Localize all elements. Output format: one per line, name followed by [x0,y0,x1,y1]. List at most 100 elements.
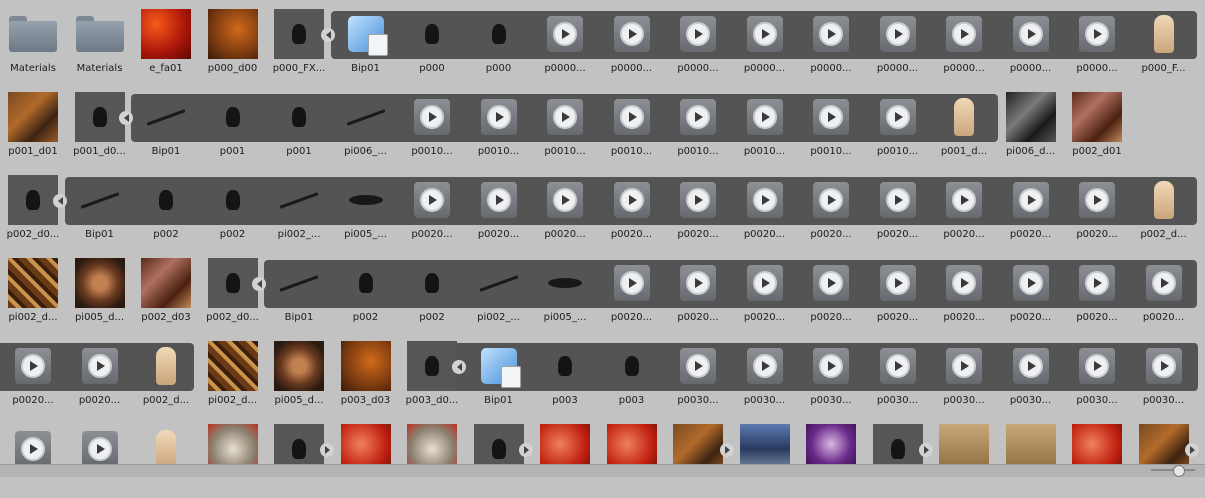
asset-item[interactable]: p000_FX... [266,0,332,80]
asset-item[interactable] [732,415,798,495]
collapse-arrow-icon[interactable] [321,28,335,42]
asset-item[interactable]: Bip01 [333,0,399,80]
asset-item[interactable]: p0020... [998,249,1064,329]
asset-item[interactable]: p0030... [732,332,798,412]
asset-item[interactable]: p002_d... [133,332,199,412]
asset-item[interactable]: p0030... [865,332,931,412]
asset-item[interactable]: p0010... [732,83,798,163]
asset-item[interactable]: p0010... [532,83,598,163]
expand-arrow-icon[interactable] [720,443,734,457]
asset-item[interactable]: p000_F... [1131,0,1197,80]
asset-item[interactable]: Materials [0,0,66,80]
asset-item[interactable]: p0020... [865,249,931,329]
asset-item[interactable]: p0020... [1064,249,1130,329]
asset-item[interactable]: p000_d00 [200,0,266,80]
collapse-arrow-icon[interactable] [53,194,67,208]
asset-item[interactable]: p0030... [1131,332,1197,412]
asset-item[interactable]: p000 [399,0,465,80]
asset-item[interactable]: p0000... [665,0,731,80]
asset-item[interactable]: pi005_d... [67,249,133,329]
asset-item[interactable]: pi002_... [266,166,332,246]
asset-item[interactable]: e_fa01 [133,0,199,80]
asset-item[interactable]: p0020... [931,166,997,246]
asset-item[interactable]: Bip01 [67,166,133,246]
asset-item[interactable] [333,415,399,495]
asset-item[interactable] [0,415,66,495]
slider-knob[interactable] [1173,465,1185,477]
asset-item[interactable] [67,415,133,495]
asset-item[interactable]: p0000... [998,0,1064,80]
asset-item[interactable]: p002 [200,166,266,246]
asset-item[interactable] [998,415,1064,495]
asset-item[interactable]: p0000... [532,0,598,80]
asset-item[interactable]: p0010... [599,83,665,163]
thumbnail-size-slider[interactable] [1151,465,1195,477]
asset-item[interactable]: pi006_... [333,83,399,163]
asset-item[interactable]: p002 [133,166,199,246]
asset-item[interactable]: p0020... [67,332,133,412]
asset-item[interactable]: p0000... [865,0,931,80]
asset-item[interactable]: p002 [333,249,399,329]
asset-item[interactable] [931,415,997,495]
asset-item[interactable]: p0020... [998,166,1064,246]
asset-item[interactable] [399,415,465,495]
asset-item[interactable]: p0010... [665,83,731,163]
asset-item[interactable]: p002_d01 [1064,83,1130,163]
asset-item[interactable]: p002 [399,249,465,329]
asset-item[interactable] [532,415,598,495]
asset-item[interactable]: p0020... [665,249,731,329]
asset-item[interactable]: p0020... [665,166,731,246]
asset-item[interactable]: p002_d... [1131,166,1197,246]
asset-item[interactable]: p0000... [599,0,665,80]
asset-item[interactable]: p0030... [798,332,864,412]
asset-item[interactable] [1064,415,1130,495]
asset-item[interactable]: p000 [466,0,532,80]
asset-item[interactable]: p0020... [732,166,798,246]
asset-item[interactable]: p0020... [732,249,798,329]
asset-item[interactable]: pi002_d... [200,332,266,412]
asset-item[interactable]: p0000... [798,0,864,80]
asset-item[interactable]: pi006_d... [998,83,1064,163]
asset-item[interactable]: p001 [266,83,332,163]
expand-arrow-icon[interactable] [1185,443,1199,457]
asset-item[interactable]: p003_d03 [333,332,399,412]
collapse-arrow-icon[interactable] [119,111,133,125]
asset-item[interactable]: p0020... [1064,166,1130,246]
asset-item[interactable] [798,415,864,495]
asset-item[interactable]: pi005_... [532,249,598,329]
asset-item[interactable]: p001_d... [931,83,997,163]
asset-item[interactable]: p003 [599,332,665,412]
asset-item[interactable]: p001 [200,83,266,163]
asset-item[interactable] [599,415,665,495]
asset-item[interactable]: pi005_d... [266,332,332,412]
asset-item[interactable]: p002_d03 [133,249,199,329]
asset-item[interactable]: p0010... [865,83,931,163]
asset-item[interactable]: p0030... [665,332,731,412]
asset-item[interactable]: p0020... [532,166,598,246]
asset-item[interactable]: p0010... [399,83,465,163]
asset-item[interactable]: Bip01 [133,83,199,163]
asset-item[interactable]: p0020... [798,166,864,246]
asset-item[interactable]: p0000... [931,0,997,80]
asset-item[interactable]: p0000... [1064,0,1130,80]
asset-item[interactable]: p0000... [732,0,798,80]
asset-item[interactable]: p0020... [798,249,864,329]
asset-item[interactable]: p0030... [931,332,997,412]
asset-item[interactable]: p003 [532,332,598,412]
asset-item[interactable] [200,415,266,495]
collapse-arrow-icon[interactable] [452,360,466,374]
asset-item[interactable]: p0010... [466,83,532,163]
asset-item[interactable]: pi005_... [333,166,399,246]
asset-item[interactable]: p0020... [0,332,66,412]
asset-item[interactable]: p001_d01 [0,83,66,163]
asset-item[interactable] [665,415,731,495]
expand-arrow-icon[interactable] [320,443,334,457]
asset-item[interactable]: p0030... [998,332,1064,412]
asset-item[interactable]: p0020... [466,166,532,246]
asset-item[interactable]: pi002_... [466,249,532,329]
asset-item[interactable]: p0020... [599,249,665,329]
expand-arrow-icon[interactable] [519,443,533,457]
asset-item[interactable]: p0020... [399,166,465,246]
collapse-arrow-icon[interactable] [252,277,266,291]
asset-item[interactable]: p0020... [1131,249,1197,329]
